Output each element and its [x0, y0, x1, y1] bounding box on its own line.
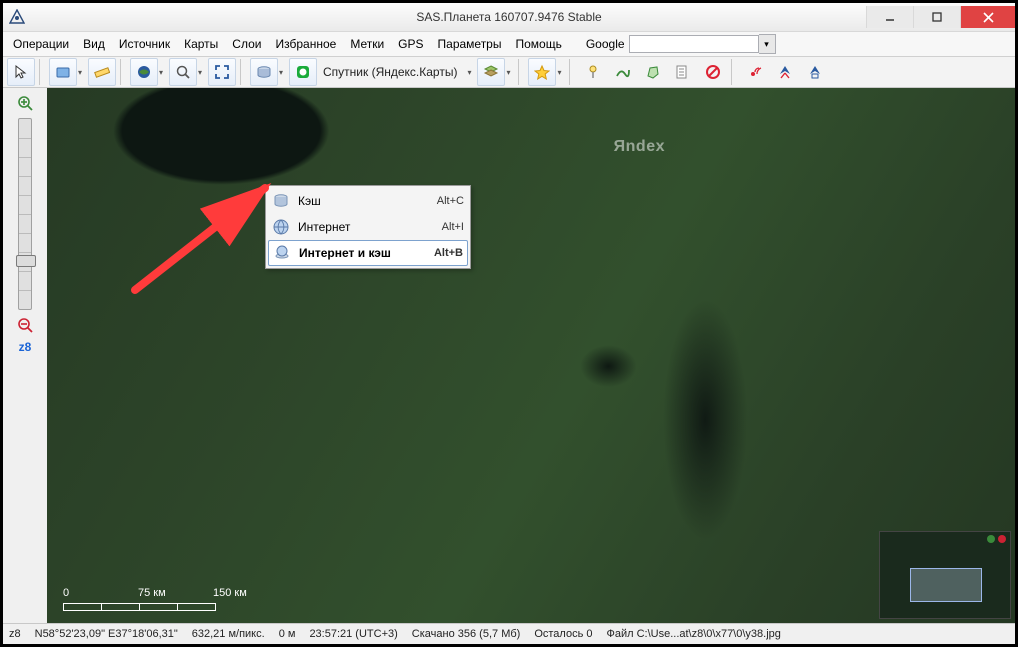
hide-marks-tool[interactable]	[699, 58, 727, 86]
status-zoom: z8	[9, 628, 21, 640]
toolbar-separator	[731, 59, 737, 85]
map-watermark: Яndex	[614, 138, 665, 156]
goto-tool[interactable]: ▾	[130, 58, 158, 86]
close-button[interactable]	[960, 6, 1015, 28]
dropdown-item-label: Интернет	[298, 220, 434, 234]
minimize-button[interactable]	[866, 6, 913, 28]
toolbar-separator	[240, 59, 246, 85]
gps-follow-tool[interactable]	[771, 58, 799, 86]
marks-manager-tool[interactable]	[669, 58, 697, 86]
map-indicator[interactable]	[289, 58, 317, 86]
zoom-slider[interactable]	[18, 118, 32, 310]
statusbar: z8 N58°52'23,09" E37°18'06,31" 632,21 м/…	[3, 623, 1015, 644]
dropdown-item-internet[interactable]: Интернет Alt+I	[268, 214, 468, 240]
minimap[interactable]	[879, 531, 1011, 619]
search-provider[interactable]: Google	[582, 37, 629, 51]
chevron-down-icon[interactable]: ▾	[195, 59, 205, 85]
map-viewport[interactable]: Яndex 0 75 км 150 км	[47, 88, 1015, 623]
dropdown-item-shortcut: Alt+C	[437, 195, 464, 207]
pin-tool[interactable]	[579, 58, 607, 86]
zoom-level-label: z8	[19, 340, 32, 354]
toolbar-separator	[120, 59, 126, 85]
toolbar: ▾ ▾ ▾ ▾ Спутник (Яндекс.Карты) ▾ ▾ ▾	[3, 57, 1015, 88]
dropdown-item-cache[interactable]: Кэш Alt+C	[268, 188, 468, 214]
menu-help[interactable]: Помощь	[509, 35, 567, 53]
zoom-sidebar: z8	[3, 88, 48, 623]
scale-bar: 0 75 км 150 км	[63, 587, 288, 611]
dropdown-item-label: Интернет и кэш	[299, 246, 426, 260]
scale-label-2: 150 км	[213, 587, 288, 599]
scale-label-1: 75 км	[138, 587, 213, 599]
menu-view[interactable]: Вид	[77, 35, 111, 53]
status-file: Файл C:\Use...at\z8\0\x77\0\y38.jpg	[606, 628, 780, 640]
favorites-tool[interactable]: ▾	[528, 58, 556, 86]
status-mpp: 632,21 м/пикс.	[192, 628, 265, 640]
dropdown-item-label: Кэш	[298, 194, 429, 208]
toolbar-separator	[569, 59, 575, 85]
menu-gps[interactable]: GPS	[392, 35, 429, 53]
menu-params[interactable]: Параметры	[432, 35, 508, 53]
gps-connect-tool[interactable]	[741, 58, 769, 86]
toolbar-separator	[518, 59, 524, 85]
cursor-tool[interactable]	[7, 58, 35, 86]
map-source-label[interactable]: Спутник (Яндекс.Карты)	[319, 65, 461, 79]
dropdown-item-shortcut: Alt+B	[434, 247, 463, 259]
status-time: 23:57:21 (UTC+3)	[309, 628, 397, 640]
menu-layers[interactable]: Слои	[226, 35, 267, 53]
menu-favorites[interactable]: Избранное	[269, 35, 342, 53]
globe-icon	[272, 218, 290, 236]
menu-operations[interactable]: Операции	[7, 35, 75, 53]
ruler-tool[interactable]	[88, 58, 116, 86]
window-title: SAS.Планета 160707.9476 Stable	[3, 10, 1015, 24]
polygon-tool[interactable]	[639, 58, 667, 86]
titlebar: SAS.Планета 160707.9476 Stable	[3, 3, 1015, 32]
menu-maps[interactable]: Карты	[178, 35, 224, 53]
maximize-button[interactable]	[913, 6, 960, 28]
globe-database-icon	[273, 244, 291, 262]
zoom-thumb[interactable]	[16, 255, 36, 267]
search-box: Google ▾	[582, 34, 776, 54]
zoom-in-icon[interactable]	[16, 94, 34, 112]
minimap-viewport[interactable]	[910, 568, 982, 602]
fullscreen-tool[interactable]	[208, 58, 236, 86]
app-icon	[9, 9, 25, 25]
toolbar-separator	[39, 59, 45, 85]
minimap-controls[interactable]	[987, 535, 1006, 543]
chevron-down-icon[interactable]: ▾	[75, 59, 85, 85]
dropdown-item-shortcut: Alt+I	[442, 221, 464, 233]
chevron-down-icon[interactable]: ▾	[463, 68, 475, 77]
status-elevation: 0 м	[279, 628, 296, 640]
source-tool[interactable]: ▾	[250, 58, 278, 86]
satellite-imagery	[47, 88, 1015, 623]
zoom-out-icon[interactable]	[16, 316, 34, 334]
gps-center-tool[interactable]	[801, 58, 829, 86]
chevron-down-icon[interactable]: ▾	[156, 59, 166, 85]
menu-source[interactable]: Источник	[113, 35, 176, 53]
layers-tool[interactable]: ▾	[477, 58, 505, 86]
content-area: z8 Яndex 0 75 км 150 км	[3, 88, 1015, 623]
menu-marks[interactable]: Метки	[344, 35, 390, 53]
scale-label-0: 0	[63, 587, 138, 599]
dropdown-item-internet-cache[interactable]: Интернет и кэш Alt+B	[268, 240, 468, 266]
chevron-down-icon[interactable]: ▾	[503, 59, 513, 85]
search-input[interactable]	[629, 35, 759, 53]
status-remaining: Осталось 0	[534, 628, 592, 640]
search-dropdown[interactable]: ▾	[759, 34, 776, 54]
selection-tool[interactable]: ▾	[49, 58, 77, 86]
status-coords: N58°52'23,09" E37°18'06,31"	[35, 628, 178, 640]
path-tool[interactable]	[609, 58, 637, 86]
chevron-down-icon[interactable]: ▾	[276, 59, 286, 85]
chevron-down-icon[interactable]: ▾	[554, 59, 564, 85]
zoom-tool[interactable]: ▾	[169, 58, 197, 86]
menubar: Операции Вид Источник Карты Слои Избранн…	[3, 32, 1015, 57]
source-dropdown-menu: Кэш Alt+C Интернет Alt+I Интернет и кэш …	[265, 185, 471, 269]
database-icon	[272, 192, 290, 210]
status-downloaded: Скачано 356 (5,7 Мб)	[412, 628, 521, 640]
